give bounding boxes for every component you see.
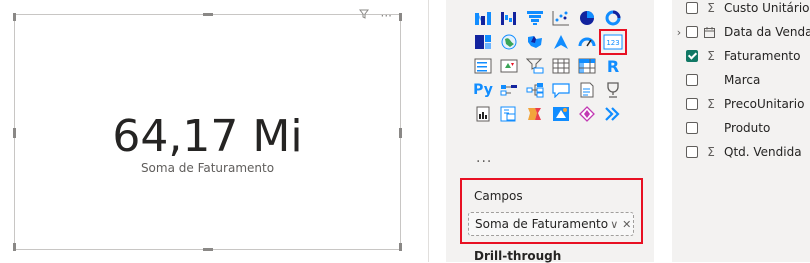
resize-handle-top[interactable] (203, 13, 213, 16)
field-row-produto[interactable]: Produto (672, 118, 770, 138)
viz-row (470, 6, 650, 30)
resize-handle-bottom-left[interactable] (13, 243, 16, 251)
viz-row (470, 102, 650, 126)
qa-icon[interactable] (548, 78, 574, 102)
r-visual-icon[interactable]: R (600, 54, 626, 78)
fields-well-title: Campos (474, 189, 523, 203)
ribbon-chart-icon[interactable] (470, 6, 496, 30)
field-label: Custo Unitário (724, 1, 810, 15)
resize-handle-bottom-right[interactable] (399, 243, 402, 251)
power-automate-icon[interactable] (522, 102, 548, 126)
treemap-icon[interactable] (470, 30, 496, 54)
donut-chart-icon[interactable] (600, 6, 626, 30)
field-row-precounitario[interactable]: Σ PrecoUnitario (672, 94, 804, 114)
viz-row: R (470, 54, 650, 78)
field-label: Qtd. Vendida (724, 145, 802, 159)
viz-row: Py (470, 78, 650, 102)
report-canvas[interactable]: ··· 64,17 Mi Soma de Faturamento (0, 0, 428, 262)
r-visual-label: R (606, 56, 620, 76)
map-icon[interactable] (496, 30, 522, 54)
card-value: 64,17 Mi (112, 111, 303, 162)
smart-narrative-icon[interactable] (574, 78, 600, 102)
paginated-report-icon[interactable] (470, 102, 496, 126)
table-icon[interactable] (548, 54, 574, 78)
more-visuals-button[interactable]: ... (476, 150, 492, 166)
close-icon[interactable]: ✕ (621, 218, 633, 231)
field-checkbox[interactable] (686, 146, 698, 158)
field-label: Produto (724, 121, 771, 135)
sigma-icon: Σ (707, 49, 715, 63)
visualization-gallery: 123 R Py (470, 6, 650, 126)
field-label: PrecoUnitario (724, 97, 805, 111)
svg-text:123: 123 (606, 39, 619, 47)
multi-row-card-icon[interactable] (470, 54, 496, 78)
goals-icon[interactable] (600, 78, 626, 102)
field-checkbox[interactable] (686, 26, 698, 38)
chevron-right-icon[interactable]: › (672, 26, 686, 39)
sigma-icon: Σ (707, 145, 715, 159)
field-checkbox[interactable] (686, 74, 698, 86)
field-row-custo-unitario[interactable]: Σ Custo Unitário (672, 0, 810, 18)
field-label: Faturamento (724, 49, 801, 63)
more-options-icon[interactable]: ··· (381, 9, 392, 23)
key-influencers-icon[interactable] (496, 78, 522, 102)
field-checkbox[interactable] (686, 98, 698, 110)
drillthrough-title: Drill-through (474, 249, 562, 263)
field-checkbox-checked[interactable] (686, 50, 698, 62)
card-icon[interactable]: 123 (599, 29, 627, 55)
viz-row: 123 (470, 29, 650, 55)
field-row-marca[interactable]: Marca (672, 70, 760, 90)
field-pill[interactable]: Soma de Faturamento ∨ ✕ (468, 212, 634, 236)
waterfall-chart-icon[interactable] (496, 6, 522, 30)
scatter-chart-icon[interactable] (548, 6, 574, 30)
card-visual[interactable]: ··· 64,17 Mi Soma de Faturamento (13, 9, 402, 251)
sigma-icon: Σ (707, 97, 715, 111)
chevron-visual-icon[interactable] (600, 102, 626, 126)
azure-map-icon[interactable] (548, 30, 574, 54)
gauge-icon[interactable] (574, 30, 600, 54)
field-row-qtd-vendida[interactable]: Σ Qtd. Vendida (672, 142, 802, 162)
python-visual-label: Py (473, 82, 493, 98)
chevron-down-icon[interactable]: ∨ (608, 218, 620, 231)
pane-divider (428, 0, 429, 262)
power-apps-icon[interactable] (496, 102, 522, 126)
slicer-icon[interactable] (522, 54, 548, 78)
field-row-data-da-venda[interactable]: › Data da Venda (672, 22, 810, 42)
field-label: Marca (724, 73, 761, 87)
field-checkbox[interactable] (686, 122, 698, 134)
diamond-visual-icon[interactable] (574, 102, 600, 126)
calendar-icon (704, 26, 718, 38)
decomposition-tree-icon[interactable] (522, 78, 548, 102)
card-category-label: Soma de Faturamento (140, 161, 275, 175)
resize-handle-bottom[interactable] (203, 248, 213, 251)
filter-icon[interactable] (358, 9, 369, 23)
kpi-icon[interactable] (496, 54, 522, 78)
pie-chart-icon[interactable] (574, 6, 600, 30)
funnel-chart-icon[interactable] (522, 6, 548, 30)
arcgis-icon[interactable] (548, 102, 574, 126)
field-row-faturamento[interactable]: Σ Faturamento (672, 46, 800, 66)
matrix-icon[interactable] (574, 54, 600, 78)
resize-handle-top-right[interactable] (399, 13, 402, 21)
sigma-icon: Σ (707, 1, 715, 15)
field-label: Data da Venda (724, 25, 810, 39)
filled-map-icon[interactable] (522, 30, 548, 54)
python-visual-icon[interactable]: Py (470, 78, 496, 102)
visual-header-tools: ··· (358, 9, 392, 23)
resize-handle-top-left[interactable] (13, 13, 16, 21)
field-pill-label: Soma de Faturamento (475, 217, 609, 231)
field-checkbox[interactable] (686, 2, 698, 14)
